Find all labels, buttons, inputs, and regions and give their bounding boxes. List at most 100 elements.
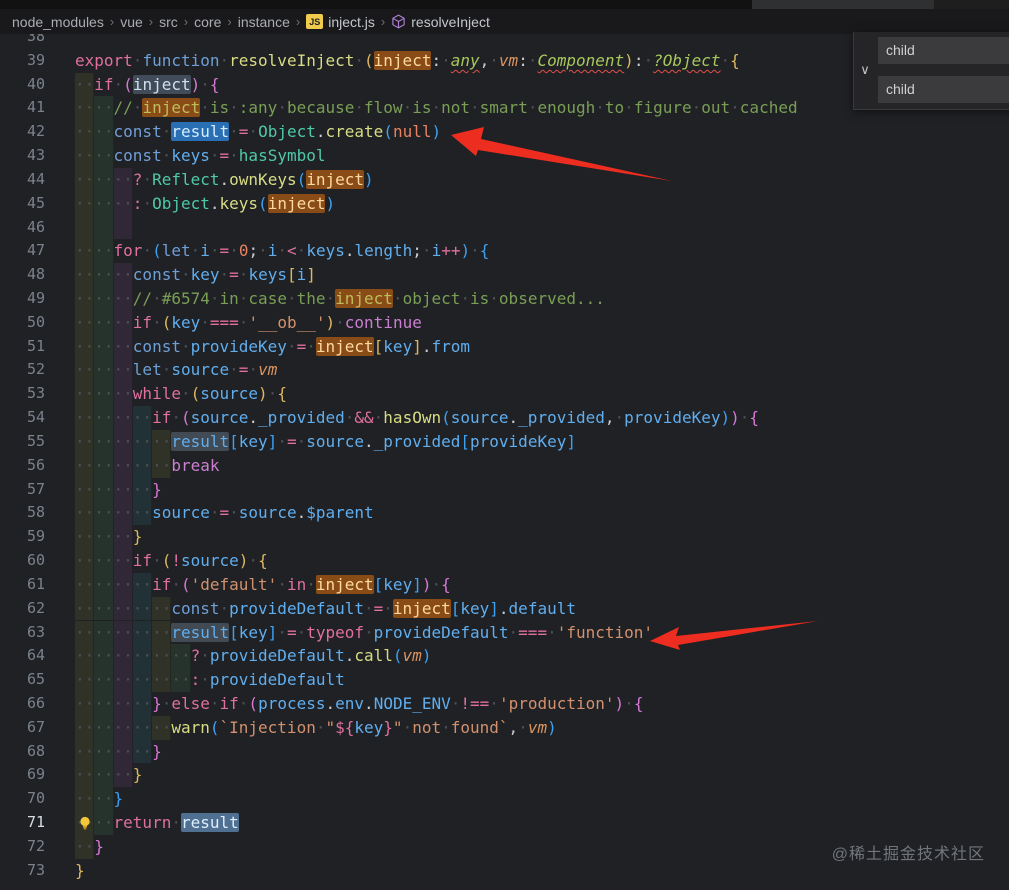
editor-row: 66 ········}·else·if·(process.env.NODE_EN… [0, 691, 1009, 716]
line-number[interactable]: 59 [0, 525, 45, 549]
breadcrumb-item-node_modules[interactable]: node_modules [10, 14, 106, 30]
code-token: ·· [75, 836, 95, 856]
line-number[interactable]: 53 [0, 382, 45, 406]
line-number[interactable]: 43 [0, 144, 45, 168]
code-line[interactable]: ······} [75, 525, 1009, 550]
vscode-editor-window: node_modules › vue › src › core › instance › JS inj… [0, 0, 1009, 890]
line-number[interactable]: 70 [0, 787, 45, 811]
code-token: ] [566, 431, 576, 451]
line-number[interactable]: 57 [0, 478, 45, 502]
code-line[interactable]: ······const·key·=·keys[i] [75, 263, 1009, 287]
line-number[interactable]: 47 [0, 239, 45, 263]
code-token: ······ [75, 384, 133, 404]
code-token: const [132, 336, 181, 356]
code-line[interactable]: ··········const·provideDefault·=·inject[… [75, 596, 1009, 621]
code-token: ···· [75, 146, 114, 166]
line-number[interactable]: 71 [0, 811, 45, 835]
code-line[interactable]: ······if·(key·===·'__ob__')·continue [75, 310, 1009, 335]
line-number[interactable]: 41 [0, 96, 45, 120]
line-number[interactable]: 61 [0, 573, 45, 597]
line-number[interactable]: 67 [0, 716, 45, 740]
code-line[interactable]: ············?·provideDefault.call(vm) [75, 644, 1009, 669]
line-number[interactable]: 58 [0, 501, 45, 525]
code-line[interactable]: ····} [75, 787, 1009, 812]
line-number[interactable]: 69 [0, 763, 45, 787]
replace-input[interactable]: child [878, 76, 1009, 103]
line-number[interactable]: 45 [0, 192, 45, 216]
code-line[interactable]: ··········result[key]·=·source._provided… [75, 429, 1009, 454]
code-token: provideDefault [209, 670, 345, 690]
breadcrumb-item-file[interactable]: JS inject.js [304, 14, 377, 30]
code-token: · [470, 98, 480, 118]
toggle-replace-chevron-icon[interactable]: ∨ [856, 60, 874, 80]
indent-guide-band [113, 215, 133, 240]
breadcrumb-item-instance[interactable]: instance [236, 14, 292, 30]
line-number[interactable]: 72 [0, 835, 45, 859]
code-line[interactable]: ········if·('default'·in·inject[key])·{ [75, 572, 1009, 597]
line-number[interactable]: 42 [0, 120, 45, 144]
code-line[interactable]: ····const·keys·=·hasSymbol [75, 144, 1009, 168]
line-number[interactable]: 66 [0, 692, 45, 716]
line-number[interactable]: 68 [0, 740, 45, 764]
line-number[interactable]: 62 [0, 597, 45, 621]
code-token: · [643, 50, 654, 70]
code-line[interactable]: ······:·Object.keys(inject) [75, 191, 1009, 216]
line-number[interactable]: 51 [0, 335, 45, 359]
code-line[interactable]: ······while·(source)·{ [75, 382, 1009, 407]
editor-row: 57 ········} [0, 477, 1009, 502]
line-number[interactable]: 40 [0, 73, 45, 97]
code-token: ( [180, 574, 191, 594]
code-line[interactable] [75, 215, 1009, 240]
code-token: . [315, 122, 326, 142]
code-line[interactable]: ········if·(source._provided·&&·hasOwn(s… [75, 406, 1009, 430]
line-number[interactable]: 52 [0, 358, 45, 382]
code-line[interactable]: ······const·provideKey·=·inject[key].fro… [75, 334, 1009, 359]
code-line[interactable]: ········} [75, 739, 1009, 764]
code-token: : [633, 50, 644, 70]
line-number[interactable]: 56 [0, 454, 45, 478]
code-token: · [364, 622, 374, 642]
breadcrumb-item-symbol[interactable]: resolveInject [389, 14, 492, 30]
code-token: · [171, 574, 181, 594]
code-line[interactable]: ········source·=·source.$parent [75, 501, 1009, 526]
find-input[interactable]: child [878, 37, 1009, 64]
editor-row: 52 ······let·source·=·vm [0, 358, 1009, 383]
code-line[interactable]: ··········result[key]·=·typeof·provideDe… [75, 620, 1009, 645]
line-number[interactable]: 55 [0, 430, 45, 454]
code-line[interactable]: ····for·(let·i·=·0;·i·<·keys.length;·i++… [75, 239, 1009, 264]
code-line[interactable]: ······//·#6574·in·case·the·inject·object… [75, 287, 1009, 311]
code-line[interactable]: ······?·Reflect.ownKeys(inject) [75, 167, 1009, 192]
line-number[interactable]: 65 [0, 668, 45, 692]
lightbulb-quickfix-icon[interactable] [77, 815, 93, 831]
breadcrumb-item-vue[interactable]: vue [118, 14, 145, 30]
code-token: ) [190, 74, 201, 94]
editor-row: 63 ··········result[key]·=·typeof·provide… [0, 620, 1009, 645]
line-number[interactable]: 44 [0, 168, 45, 192]
code-line[interactable]: ····const·result·=·Object.create(null) [75, 120, 1009, 145]
breadcrumb-item-core[interactable]: core [192, 14, 223, 30]
line-number[interactable]: 49 [0, 287, 45, 311]
code-line[interactable]: ········}·else·if·(process.env.NODE_ENV·… [75, 691, 1009, 716]
code-line[interactable]: ··········warn(`Injection·"${key}"·not·f… [75, 715, 1009, 740]
line-number[interactable]: 48 [0, 263, 45, 287]
line-number[interactable]: 63 [0, 621, 45, 645]
line-number[interactable]: 73 [0, 859, 45, 883]
code-line[interactable]: ······if·(!source)·{ [75, 549, 1009, 573]
breadcrumb-separator: › [183, 14, 189, 29]
code-line[interactable]: ········} [75, 477, 1009, 502]
code-token: export [75, 50, 133, 70]
line-number[interactable]: 54 [0, 406, 45, 430]
line-number[interactable]: 46 [0, 216, 45, 240]
code-token: · [402, 98, 413, 118]
code-line[interactable]: ······let·source·=·vm [75, 358, 1009, 383]
breadcrumb-item-src[interactable]: src [157, 14, 180, 30]
code-line[interactable]: ··········break [75, 453, 1009, 478]
line-number[interactable]: 60 [0, 549, 45, 573]
code-line[interactable]: ······} [75, 763, 1009, 788]
line-number[interactable]: 50 [0, 311, 45, 335]
line-number[interactable]: 64 [0, 644, 45, 668]
code-line[interactable]: ············:·provideDefault [75, 668, 1009, 692]
code-line[interactable]: ····return·result [75, 811, 1009, 835]
line-number[interactable]: 39 [0, 49, 45, 73]
code-token: ) [547, 717, 557, 737]
